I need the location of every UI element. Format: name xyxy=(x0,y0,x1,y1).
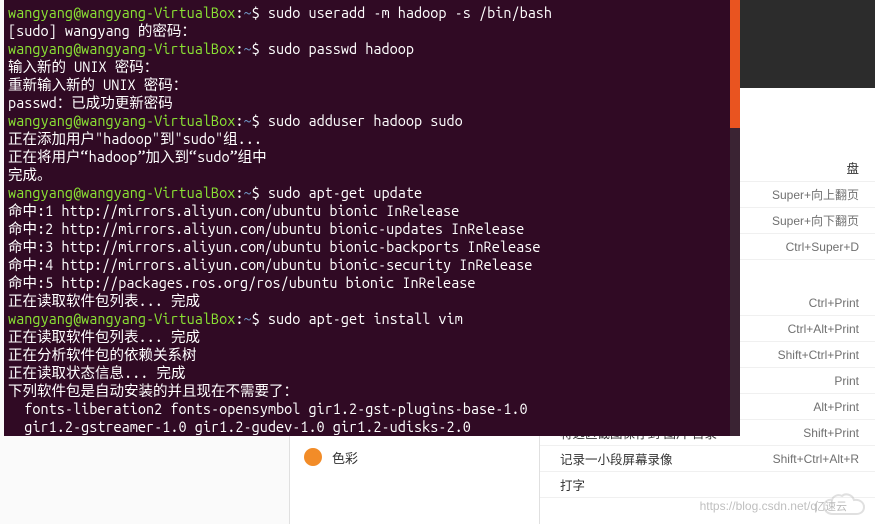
category-label: 色彩 xyxy=(332,448,358,467)
app-headerbar xyxy=(740,0,875,88)
terminal-content[interactable]: wangyang@wangyang-VirtualBox:~$ sudo use… xyxy=(8,4,736,436)
terminal-line: 正在添加用户"hadoop"到"sudo"组... xyxy=(8,130,736,148)
terminal-line: 正在读取软件包列表... 完成 xyxy=(8,292,736,310)
shortcut-label: 打字 xyxy=(560,475,585,494)
terminal-line: wangyang@wangyang-VirtualBox:~$ sudo use… xyxy=(8,4,736,22)
watermark-url: https://blog.csdn.net/q xyxy=(700,499,817,513)
terminal-line: wangyang@wangyang-VirtualBox:~$ sudo apt… xyxy=(8,184,736,202)
terminal-line: 正在读取软件包列表... 完成 xyxy=(8,328,736,346)
terminal-line: 重新输入新的 UNIX 密码： xyxy=(8,76,736,94)
terminal-line: [sudo] wangyang 的密码： xyxy=(8,22,736,40)
watermark-brand: 亿速云 xyxy=(814,498,847,514)
terminal-line: gir1.2-gstreamer-1.0 gir1.2-gudev-1.0 gi… xyxy=(8,418,736,436)
terminal-line: 完成。 xyxy=(8,166,736,184)
terminal-scrollbar-thumb[interactable] xyxy=(730,0,740,128)
terminal-line: 输入新的 UNIX 密码： xyxy=(8,58,736,76)
terminal-line: 命中:4 http://mirrors.aliyun.com/ubuntu bi… xyxy=(8,256,736,274)
terminal-line: 命中:3 http://mirrors.aliyun.com/ubuntu bi… xyxy=(8,238,736,256)
shortcut-key: Super+向下翻页 xyxy=(772,212,859,229)
category-color[interactable]: 色彩 xyxy=(290,444,539,470)
shortcut-key: Shift+Ctrl+Alt+R xyxy=(773,452,859,466)
shortcut-key: Alt+Print xyxy=(813,400,859,414)
terminal-line: 正在分析软件包的依赖关系树 xyxy=(8,346,736,364)
shortcut-key: Ctrl+Super+D xyxy=(786,240,859,254)
terminal-line: 正在将用户“hadoop”加入到“sudo”组中 xyxy=(8,148,736,166)
terminal-line: fonts-liberation2 fonts-opensymbol gir1.… xyxy=(8,400,736,418)
terminal-window[interactable]: wangyang@wangyang-VirtualBox:~$ sudo use… xyxy=(4,0,740,436)
shortcut-key: Shift+Ctrl+Print xyxy=(778,348,859,362)
terminal-line: 命中:1 http://mirrors.aliyun.com/ubuntu bi… xyxy=(8,202,736,220)
shortcut-key: Ctrl+Alt+Print xyxy=(788,322,859,336)
terminal-line: 下列软件包是自动安装的并且现在不需要了： xyxy=(8,382,736,400)
shortcut-row[interactable]: 记录一小段屏幕录像 Shift+Ctrl+Alt+R xyxy=(540,446,875,472)
terminal-line: passwd：已成功更新密码 xyxy=(8,94,736,112)
shortcut-key: Ctrl+Print xyxy=(809,296,859,310)
terminal-line: 正在读取状态信息... 完成 xyxy=(8,364,736,382)
terminal-line: 命中:5 http://packages.ros.org/ros/ubuntu … xyxy=(8,274,736,292)
misc-label: 盘 xyxy=(846,158,859,177)
watermark: https://blog.csdn.net/q 亿速云 xyxy=(700,492,867,520)
terminal-line: wangyang@wangyang-VirtualBox:~$ sudo add… xyxy=(8,112,736,130)
shortcut-label: 记录一小段屏幕录像 xyxy=(560,449,673,468)
shortcut-key: Print xyxy=(834,374,859,388)
terminal-scrollbar[interactable] xyxy=(730,0,740,436)
shortcut-key: Super+向上翻页 xyxy=(772,186,859,203)
terminal-line: wangyang@wangyang-VirtualBox:~$ sudo apt… xyxy=(8,310,736,328)
color-icon xyxy=(304,448,322,466)
terminal-line: 命中:2 http://mirrors.aliyun.com/ubuntu bi… xyxy=(8,220,736,238)
terminal-line: wangyang@wangyang-VirtualBox:~$ sudo pas… xyxy=(8,40,736,58)
shortcut-key: Shift+Print xyxy=(803,426,859,440)
